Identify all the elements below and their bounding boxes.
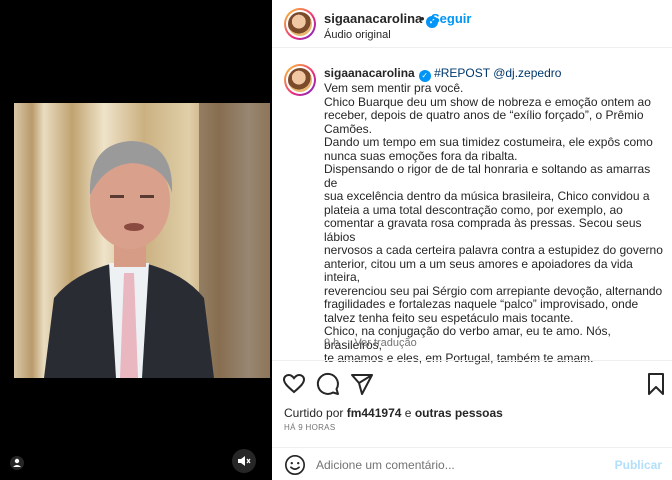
caption-body: sigaanacarolina ✓ #REPOST @dj.zepedro Vem… bbox=[324, 66, 666, 366]
comment-bar: Publicar bbox=[272, 448, 672, 480]
audio-label[interactable]: Áudio original bbox=[324, 29, 391, 41]
caption-line: Vem sem mentir pra você. bbox=[324, 81, 464, 95]
caption-line: anterior, citou um a um seus amores e ap… bbox=[324, 256, 637, 284]
comment-icon[interactable] bbox=[316, 372, 340, 396]
caption-line: te amamos e eles, em Portugal, também te… bbox=[324, 351, 594, 365]
caption-line: Dando um tempo em sua timidez costumeira… bbox=[324, 135, 653, 149]
caption-line: fragilidades e fortalezas naquele “palco… bbox=[324, 297, 639, 311]
follow-button[interactable]: Seguir bbox=[431, 11, 471, 26]
caption-line: Dispensando o rigor de de tal honraria e… bbox=[324, 162, 654, 190]
divider bbox=[272, 360, 672, 361]
caption-repost-tag[interactable]: #REPOST @dj.zepedro bbox=[434, 66, 561, 80]
post-video[interactable] bbox=[14, 103, 270, 378]
heart-icon[interactable] bbox=[282, 372, 306, 396]
caption-line: nervosos a cada certeira palavra contra … bbox=[324, 243, 663, 257]
send-icon[interactable] bbox=[350, 372, 374, 396]
caption-line: nunca suas emoções fora da ribalta. bbox=[324, 148, 518, 163]
author-username-text[interactable]: sigaanacarolina bbox=[324, 11, 422, 26]
post-timestamp[interactable]: HÁ 9 HORAS bbox=[284, 423, 335, 432]
comment-input[interactable] bbox=[316, 456, 606, 474]
translate-link[interactable]: Ver tradução bbox=[354, 337, 416, 349]
caption-line: comentar a gravata rosa comprada às pres… bbox=[324, 216, 645, 244]
caption-line: Chico Buarque deu um show de nobreza e e… bbox=[324, 94, 651, 109]
caption-line: sua excelência dentro da música brasilei… bbox=[324, 189, 650, 203]
caption-age[interactable]: 9 h bbox=[324, 337, 339, 349]
mute-button[interactable] bbox=[232, 449, 256, 473]
caption-first-line: sigaanacarolina ✓ #REPOST @dj.zepedro bbox=[324, 66, 666, 82]
bookmark-icon[interactable] bbox=[644, 372, 668, 396]
post-side-panel: sigaanacarolina ✓ • Seguir Áudio original… bbox=[272, 0, 672, 480]
likes-middle: e bbox=[404, 406, 412, 420]
caption-line: Camões. bbox=[324, 121, 373, 136]
emoji-icon[interactable] bbox=[284, 454, 306, 476]
likes-others[interactable]: outras pessoas bbox=[415, 406, 503, 420]
caption-line: receber, depois de quatro anos de “exíli… bbox=[324, 108, 644, 122]
video-speaker-figure bbox=[44, 141, 214, 378]
caption-avatar[interactable] bbox=[284, 64, 316, 96]
speaker-muted-icon bbox=[238, 456, 251, 466]
post-caption: sigaanacarolina ✓ #REPOST @dj.zepedro Vem… bbox=[272, 56, 672, 365]
author-avatar[interactable] bbox=[284, 8, 316, 40]
header-separator: • bbox=[420, 11, 425, 26]
likes-prefix: Curtido por bbox=[284, 406, 344, 420]
user-tag-icon[interactable] bbox=[10, 456, 24, 470]
action-bar bbox=[272, 370, 672, 398]
caption-line: reverenciou seu pai Sérgio com arrepiant… bbox=[324, 283, 663, 298]
media-panel bbox=[0, 0, 272, 480]
caption-line: talvez tenha feito seu espetáculo mais t… bbox=[324, 310, 574, 325]
likes-user[interactable]: fm441974 bbox=[347, 406, 402, 420]
publish-button[interactable]: Publicar bbox=[615, 458, 662, 472]
caption-username[interactable]: sigaanacarolina bbox=[324, 66, 415, 80]
likes-summary: Curtido por fm441974 e outras pessoas bbox=[284, 406, 503, 420]
caption-meta: 9 h Ver tradução bbox=[324, 337, 429, 349]
post-header: sigaanacarolina ✓ • Seguir Áudio original bbox=[272, 0, 672, 48]
caption-line: plateia a uma total descontração como, p… bbox=[324, 202, 623, 217]
